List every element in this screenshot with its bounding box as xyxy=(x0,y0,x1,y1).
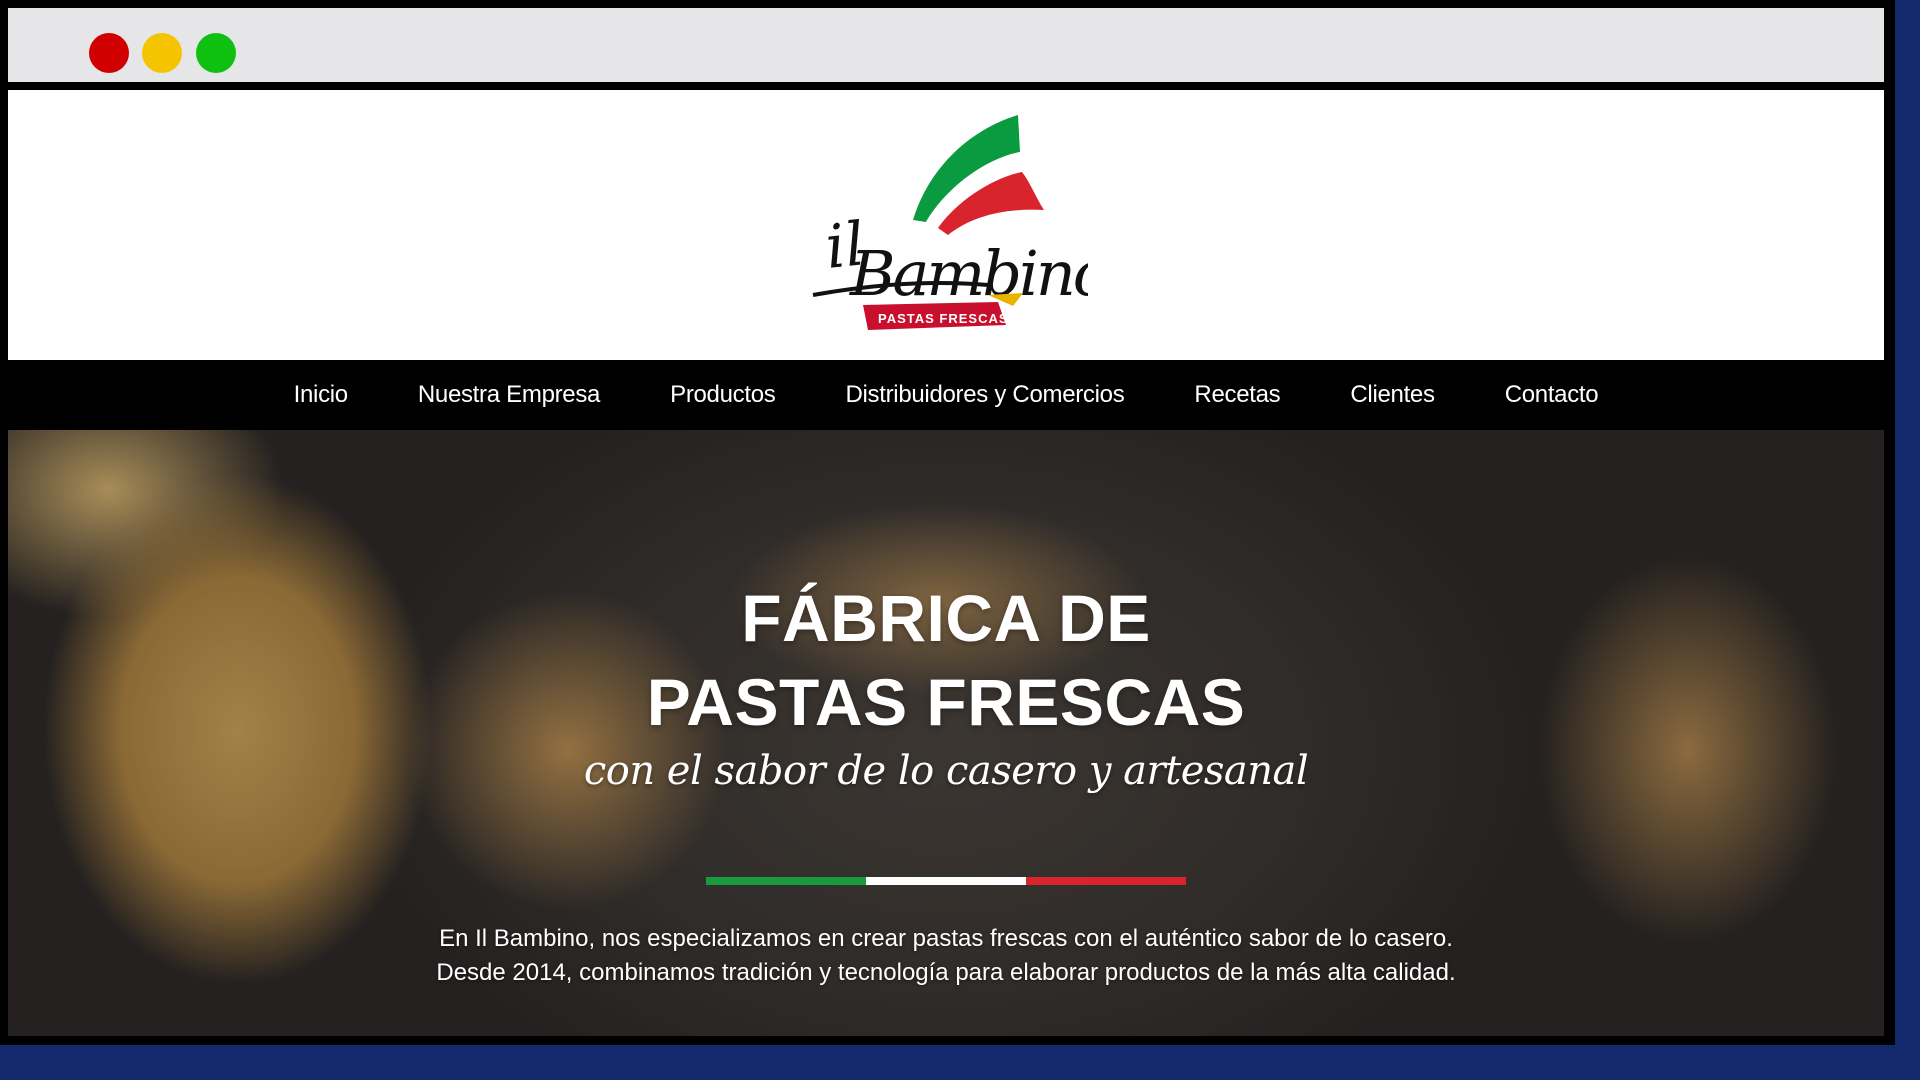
hero-title-line1: FÁBRICA DE xyxy=(741,581,1151,655)
italian-tricolor-divider xyxy=(706,877,1186,885)
close-window-button[interactable] xyxy=(89,33,129,73)
nav-item-recetas[interactable]: Recetas xyxy=(1194,381,1280,409)
browser-window: il Bambino PASTAS FRESCAS Inicio Nuestra… xyxy=(0,0,1895,1045)
header: il Bambino PASTAS FRESCAS xyxy=(8,90,1884,360)
hero-tagline: con el sabor de lo casero y artesanal xyxy=(583,748,1309,794)
tricolor-red xyxy=(1026,877,1186,885)
nav-item-productos[interactable]: Productos xyxy=(670,381,776,409)
tricolor-green xyxy=(706,877,866,885)
nav-item-clientes[interactable]: Clientes xyxy=(1350,381,1435,409)
nav-item-distribuidores[interactable]: Distribuidores y Comercios xyxy=(845,381,1124,409)
hero-banner: FÁBRICA DE PASTAS FRESCAS con el sabor d… xyxy=(8,430,1884,1036)
tricolor-white xyxy=(866,877,1026,885)
nav-item-inicio[interactable]: Inicio xyxy=(294,381,349,409)
web-page: il Bambino PASTAS FRESCAS Inicio Nuestra… xyxy=(8,90,1884,1036)
il-bambino-logo[interactable]: il Bambino PASTAS FRESCAS xyxy=(808,110,1088,340)
logo-script-bambino: Bambino xyxy=(849,237,1088,310)
logo-ribbon-text: PASTAS FRESCAS xyxy=(878,311,1009,326)
nav-item-contacto[interactable]: Contacto xyxy=(1505,381,1599,409)
hero-description-line2: Desde 2014, combinamos tradición y tecno… xyxy=(436,959,1456,986)
nav-item-nuestra-empresa[interactable]: Nuestra Empresa xyxy=(418,381,601,409)
hero-description-line1: En Il Bambino, nos especializamos en cre… xyxy=(439,925,1453,952)
hero-title-line2: PASTAS FRESCAS xyxy=(646,665,1246,739)
minimize-window-button[interactable] xyxy=(142,33,182,73)
maximize-window-button[interactable] xyxy=(196,33,236,73)
main-navigation: Inicio Nuestra Empresa Productos Distrib… xyxy=(8,360,1884,430)
window-titlebar xyxy=(8,8,1884,82)
